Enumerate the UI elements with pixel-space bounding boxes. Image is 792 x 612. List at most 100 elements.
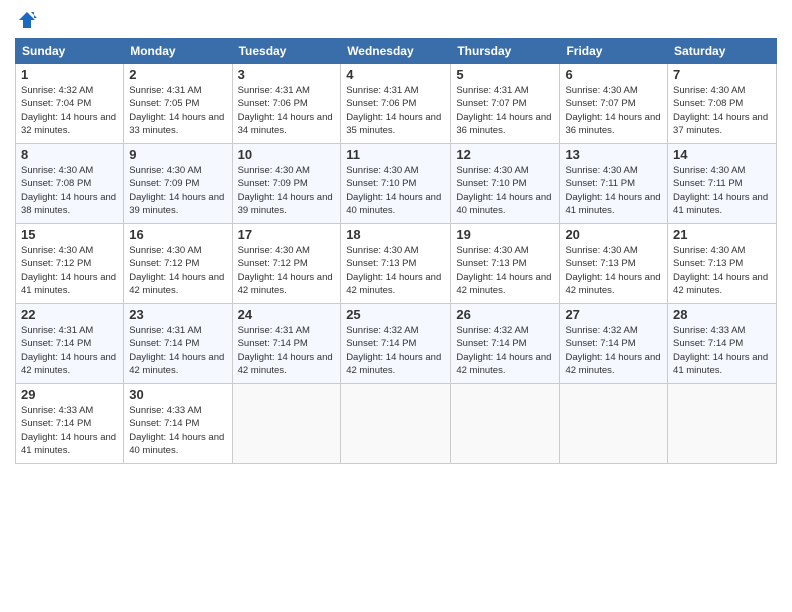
day-number: 9 <box>129 147 226 162</box>
calendar-cell: 7 Sunrise: 4:30 AMSunset: 7:08 PMDayligh… <box>668 64 777 144</box>
day-info: Sunrise: 4:30 AMSunset: 7:08 PMDaylight:… <box>21 165 116 216</box>
day-info: Sunrise: 4:30 AMSunset: 7:13 PMDaylight:… <box>346 245 441 296</box>
day-number: 29 <box>21 387 118 402</box>
calendar-header-row: SundayMondayTuesdayWednesdayThursdayFrid… <box>16 39 777 64</box>
day-number: 8 <box>21 147 118 162</box>
day-number: 18 <box>346 227 445 242</box>
calendar-cell: 16 Sunrise: 4:30 AMSunset: 7:12 PMDaylig… <box>124 224 232 304</box>
calendar-header-saturday: Saturday <box>668 39 777 64</box>
day-number: 14 <box>673 147 771 162</box>
day-info: Sunrise: 4:33 AMSunset: 7:14 PMDaylight:… <box>673 325 768 376</box>
day-number: 1 <box>21 67 118 82</box>
calendar-cell: 9 Sunrise: 4:30 AMSunset: 7:09 PMDayligh… <box>124 144 232 224</box>
day-number: 19 <box>456 227 554 242</box>
day-number: 16 <box>129 227 226 242</box>
calendar-table: SundayMondayTuesdayWednesdayThursdayFrid… <box>15 38 777 464</box>
calendar-cell: 4 Sunrise: 4:31 AMSunset: 7:06 PMDayligh… <box>341 64 451 144</box>
day-number: 15 <box>21 227 118 242</box>
calendar-cell: 2 Sunrise: 4:31 AMSunset: 7:05 PMDayligh… <box>124 64 232 144</box>
calendar-cell: 29 Sunrise: 4:33 AMSunset: 7:14 PMDaylig… <box>16 384 124 464</box>
day-info: Sunrise: 4:30 AMSunset: 7:11 PMDaylight:… <box>673 165 768 216</box>
day-info: Sunrise: 4:30 AMSunset: 7:12 PMDaylight:… <box>238 245 333 296</box>
day-info: Sunrise: 4:30 AMSunset: 7:10 PMDaylight:… <box>346 165 441 216</box>
calendar-cell: 25 Sunrise: 4:32 AMSunset: 7:14 PMDaylig… <box>341 304 451 384</box>
calendar-cell: 12 Sunrise: 4:30 AMSunset: 7:10 PMDaylig… <box>451 144 560 224</box>
day-number: 5 <box>456 67 554 82</box>
day-info: Sunrise: 4:31 AMSunset: 7:06 PMDaylight:… <box>346 85 441 136</box>
day-number: 22 <box>21 307 118 322</box>
calendar-week-3: 15 Sunrise: 4:30 AMSunset: 7:12 PMDaylig… <box>16 224 777 304</box>
day-info: Sunrise: 4:31 AMSunset: 7:07 PMDaylight:… <box>456 85 551 136</box>
calendar-cell: 1 Sunrise: 4:32 AMSunset: 7:04 PMDayligh… <box>16 64 124 144</box>
day-number: 3 <box>238 67 336 82</box>
calendar-cell: 11 Sunrise: 4:30 AMSunset: 7:10 PMDaylig… <box>341 144 451 224</box>
calendar-cell <box>341 384 451 464</box>
calendar-cell: 27 Sunrise: 4:32 AMSunset: 7:14 PMDaylig… <box>560 304 668 384</box>
day-number: 23 <box>129 307 226 322</box>
day-number: 7 <box>673 67 771 82</box>
day-info: Sunrise: 4:32 AMSunset: 7:14 PMDaylight:… <box>565 325 660 376</box>
calendar-cell: 18 Sunrise: 4:30 AMSunset: 7:13 PMDaylig… <box>341 224 451 304</box>
day-info: Sunrise: 4:31 AMSunset: 7:14 PMDaylight:… <box>129 325 224 376</box>
day-number: 21 <box>673 227 771 242</box>
calendar-cell: 14 Sunrise: 4:30 AMSunset: 7:11 PMDaylig… <box>668 144 777 224</box>
calendar-cell: 10 Sunrise: 4:30 AMSunset: 7:09 PMDaylig… <box>232 144 341 224</box>
day-number: 17 <box>238 227 336 242</box>
calendar-header-friday: Friday <box>560 39 668 64</box>
calendar-cell: 21 Sunrise: 4:30 AMSunset: 7:13 PMDaylig… <box>668 224 777 304</box>
day-number: 11 <box>346 147 445 162</box>
day-number: 4 <box>346 67 445 82</box>
calendar-header-wednesday: Wednesday <box>341 39 451 64</box>
calendar-cell: 3 Sunrise: 4:31 AMSunset: 7:06 PMDayligh… <box>232 64 341 144</box>
calendar-week-2: 8 Sunrise: 4:30 AMSunset: 7:08 PMDayligh… <box>16 144 777 224</box>
calendar-cell: 8 Sunrise: 4:30 AMSunset: 7:08 PMDayligh… <box>16 144 124 224</box>
calendar-cell: 30 Sunrise: 4:33 AMSunset: 7:14 PMDaylig… <box>124 384 232 464</box>
day-info: Sunrise: 4:30 AMSunset: 7:07 PMDaylight:… <box>565 85 660 136</box>
calendar-cell <box>232 384 341 464</box>
calendar-header-monday: Monday <box>124 39 232 64</box>
calendar-cell: 20 Sunrise: 4:30 AMSunset: 7:13 PMDaylig… <box>560 224 668 304</box>
calendar-cell: 23 Sunrise: 4:31 AMSunset: 7:14 PMDaylig… <box>124 304 232 384</box>
day-info: Sunrise: 4:31 AMSunset: 7:14 PMDaylight:… <box>238 325 333 376</box>
day-info: Sunrise: 4:31 AMSunset: 7:06 PMDaylight:… <box>238 85 333 136</box>
day-number: 26 <box>456 307 554 322</box>
day-info: Sunrise: 4:33 AMSunset: 7:14 PMDaylight:… <box>129 405 224 456</box>
day-number: 24 <box>238 307 336 322</box>
calendar-cell: 28 Sunrise: 4:33 AMSunset: 7:14 PMDaylig… <box>668 304 777 384</box>
day-info: Sunrise: 4:30 AMSunset: 7:13 PMDaylight:… <box>565 245 660 296</box>
day-info: Sunrise: 4:32 AMSunset: 7:04 PMDaylight:… <box>21 85 116 136</box>
day-number: 25 <box>346 307 445 322</box>
calendar-cell: 13 Sunrise: 4:30 AMSunset: 7:11 PMDaylig… <box>560 144 668 224</box>
calendar-header-thursday: Thursday <box>451 39 560 64</box>
calendar-cell: 24 Sunrise: 4:31 AMSunset: 7:14 PMDaylig… <box>232 304 341 384</box>
logo <box>15 10 39 30</box>
calendar-week-4: 22 Sunrise: 4:31 AMSunset: 7:14 PMDaylig… <box>16 304 777 384</box>
day-info: Sunrise: 4:31 AMSunset: 7:14 PMDaylight:… <box>21 325 116 376</box>
day-info: Sunrise: 4:30 AMSunset: 7:09 PMDaylight:… <box>238 165 333 216</box>
calendar-cell <box>560 384 668 464</box>
day-number: 13 <box>565 147 662 162</box>
day-number: 10 <box>238 147 336 162</box>
day-info: Sunrise: 4:30 AMSunset: 7:09 PMDaylight:… <box>129 165 224 216</box>
calendar-cell: 22 Sunrise: 4:31 AMSunset: 7:14 PMDaylig… <box>16 304 124 384</box>
header <box>15 10 777 30</box>
day-info: Sunrise: 4:32 AMSunset: 7:14 PMDaylight:… <box>346 325 441 376</box>
day-info: Sunrise: 4:30 AMSunset: 7:08 PMDaylight:… <box>673 85 768 136</box>
page: SundayMondayTuesdayWednesdayThursdayFrid… <box>0 0 792 612</box>
logo-text <box>15 10 39 30</box>
day-info: Sunrise: 4:31 AMSunset: 7:05 PMDaylight:… <box>129 85 224 136</box>
day-number: 12 <box>456 147 554 162</box>
day-info: Sunrise: 4:32 AMSunset: 7:14 PMDaylight:… <box>456 325 551 376</box>
calendar-week-1: 1 Sunrise: 4:32 AMSunset: 7:04 PMDayligh… <box>16 64 777 144</box>
logo-icon <box>17 10 37 30</box>
day-info: Sunrise: 4:30 AMSunset: 7:13 PMDaylight:… <box>673 245 768 296</box>
calendar-cell <box>451 384 560 464</box>
day-info: Sunrise: 4:30 AMSunset: 7:12 PMDaylight:… <box>129 245 224 296</box>
day-info: Sunrise: 4:30 AMSunset: 7:12 PMDaylight:… <box>21 245 116 296</box>
calendar-cell: 17 Sunrise: 4:30 AMSunset: 7:12 PMDaylig… <box>232 224 341 304</box>
calendar-cell: 5 Sunrise: 4:31 AMSunset: 7:07 PMDayligh… <box>451 64 560 144</box>
day-number: 6 <box>565 67 662 82</box>
calendar-header-sunday: Sunday <box>16 39 124 64</box>
day-number: 20 <box>565 227 662 242</box>
calendar-cell <box>668 384 777 464</box>
